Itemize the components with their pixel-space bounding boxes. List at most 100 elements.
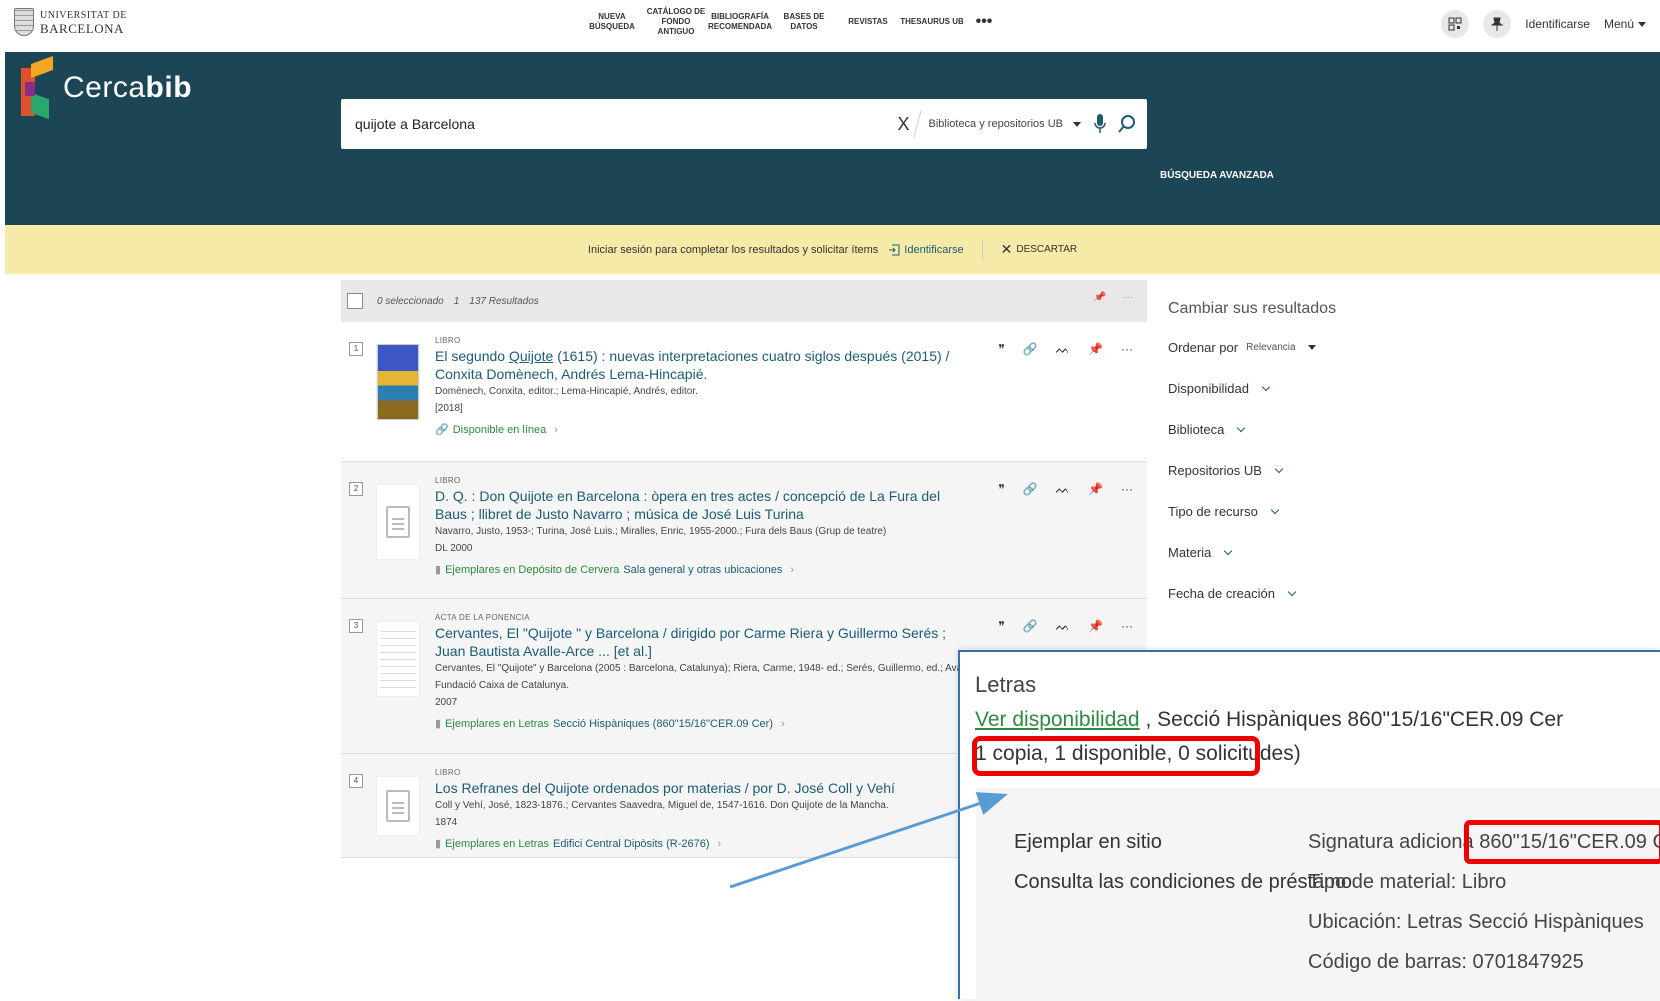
result-title[interactable]: Los Refranes del Quijote ordenados por m… (435, 779, 975, 797)
facets-sidebar: Cambiar sus resultados Ordenar por Releva… (1168, 300, 1468, 627)
permalink-icon[interactable]: 🔗 (1023, 619, 1038, 634)
resource-type: LIBRO (435, 336, 461, 345)
permalink-icon[interactable]: 🔗 (1023, 342, 1038, 357)
result-title[interactable]: El segundo Quijote (1615) : nuevas inter… (435, 347, 975, 383)
ub-crest-icon (14, 8, 34, 36)
advanced-search-link[interactable]: BÚSQUEDA AVANZADA (1160, 170, 1274, 181)
identify-link[interactable]: Identificarse (1525, 17, 1590, 31)
caret-down-icon (1307, 345, 1316, 350)
more-actions-icon[interactable]: ··· (1121, 482, 1133, 497)
view-availability-link[interactable]: Ver disponibilidad (975, 708, 1140, 731)
brand-light: Cerca (63, 71, 146, 104)
result-date: DL 2000 (435, 543, 473, 554)
sort-by[interactable]: Ordenar por Relevancia (1168, 340, 1468, 355)
search-input[interactable]: quijote a Barcelona (355, 116, 897, 132)
dismiss-banner-button[interactable]: ✕ DESCARTAR (1001, 241, 1078, 258)
qr-code-icon[interactable] (1441, 10, 1470, 38)
nav-bibliography[interactable]: BIBLIOGRAFÍA RECOMENDADA (708, 4, 772, 40)
zoomed-holdings-callout: Letras Ver disponibilidad , Secció Hispà… (958, 650, 1660, 1001)
clear-search-icon[interactable]: X (897, 114, 909, 135)
result-number: 3 (349, 619, 363, 633)
nav-more-button[interactable]: ••• (964, 4, 1004, 40)
call-number-highlight-box (1464, 820, 1660, 864)
sign-in-icon (889, 244, 900, 255)
top-bar: UNIVERSITAT DE BARCELONA NUEVA BÚSQUEDA … (0, 0, 1660, 52)
nav-thesaurus[interactable]: THESAURUS UB (900, 4, 964, 40)
chevron-down-icon (1274, 464, 1284, 473)
more-icon[interactable]: ··· (1123, 292, 1133, 303)
result-date: [2018] (435, 403, 463, 414)
result-number: 2 (349, 482, 363, 496)
document-cover-image[interactable] (376, 621, 420, 697)
selected-count: 0 seleccionado (377, 295, 444, 307)
book-cover-image[interactable] (376, 344, 420, 420)
cite-icon[interactable]: ❞ (998, 482, 1004, 497)
search-scope-select[interactable]: Biblioteca y repositorios UB (928, 118, 1063, 130)
menu-button[interactable]: Menú (1604, 17, 1646, 31)
nav-databases[interactable]: BASES DE DATOS (772, 4, 836, 40)
chevron-down-icon (1224, 546, 1233, 555)
result-authors: Navarro, Justo, 1953-; Turina, José Luis… (435, 526, 887, 537)
result-item[interactable]: 1 LIBRO El segundo Quijote (1615) : nuev… (341, 322, 1147, 462)
search-icon[interactable] (1113, 110, 1141, 138)
chevron-down-icon (1261, 382, 1271, 391)
ub-logo[interactable]: UNIVERSITAT DE BARCELONA (14, 8, 127, 36)
nav-new-search[interactable]: NUEVA BÚSQUEDA (580, 4, 644, 40)
results-count: 137 Resultados (469, 295, 539, 307)
microphone-icon[interactable] (1087, 111, 1113, 137)
page-number: 1 (453, 295, 460, 307)
results-header: 0 seleccionado 1 137 Resultados 📌 ··· (341, 280, 1147, 322)
sort-value: Relevancia (1246, 342, 1296, 353)
banner-identify-link[interactable]: Identificarse (888, 244, 964, 256)
pin-icon[interactable]: 📌 (1093, 292, 1105, 303)
item-in-place: Ejemplar en sitio (1014, 831, 1162, 853)
facet-resource-type[interactable]: Tipo de recurso (1168, 504, 1468, 519)
material-type: Tipo de material: Libro (1308, 871, 1507, 893)
result-date: 2007 (435, 697, 458, 708)
holdings-link[interactable]: ▮ Ejemplares en Letras Secció Hispàniques … (435, 717, 975, 731)
result-date: 1874 (435, 817, 458, 828)
result-title[interactable]: Cervantes, El "Quijote " y Barcelona / d… (435, 624, 975, 660)
nav-journals[interactable]: REVISTAS (836, 4, 900, 40)
nav-antique-catalog[interactable]: CATÁLOGO DE FONDO ANTIGUO (644, 4, 708, 40)
loan-conditions-link[interactable]: Consulta las condiciones de préstamo (1014, 862, 1352, 902)
facet-subject[interactable]: Materia (1168, 545, 1468, 560)
virtual-browse-icon[interactable]: ᨓ (1056, 482, 1070, 497)
chevron-down-icon (1237, 423, 1246, 432)
brand-bold: bib (145, 71, 193, 104)
cite-icon[interactable]: ❞ (998, 342, 1004, 357)
cite-icon[interactable]: ❞ (998, 619, 1004, 634)
pin-item-icon[interactable]: 📌 (1088, 482, 1103, 497)
virtual-browse-icon[interactable]: ᨓ (1056, 342, 1070, 357)
holdings-link[interactable]: ▮ Ejemplares en Depósito de Cervera Sala g… (435, 563, 975, 577)
holdings-icon: ▮ (435, 718, 442, 730)
scope-caret-icon[interactable] (1073, 121, 1081, 127)
result-item[interactable]: 2 LIBRO D. Q. : Don Quijote en Barcelona… (341, 462, 1147, 599)
pin-item-icon[interactable]: 📌 (1088, 342, 1103, 357)
facet-library[interactable]: Biblioteca (1168, 422, 1468, 437)
facet-repositories[interactable]: Repositorios UB (1168, 463, 1468, 478)
search-bar: quijote a Barcelona X Biblioteca y repos… (341, 99, 1147, 149)
document-thumbnail-icon[interactable] (376, 776, 420, 836)
pin-icon[interactable] (1483, 10, 1512, 38)
result-authors: Coll y Vehí, José, 1823-1876.; Cervantes… (435, 800, 889, 811)
zoom-library: Letras (975, 672, 1037, 697)
pin-item-icon[interactable]: 📌 (1088, 619, 1103, 634)
availability-link[interactable]: 🔗 Disponible en línea › (435, 423, 975, 437)
call-number-label: Signatura adiciona (1308, 831, 1474, 853)
more-actions-icon[interactable]: ··· (1121, 342, 1133, 357)
result-authors: Cervantes, El "Quijote" y Barcelona (200… (435, 663, 963, 674)
resource-type: ACTA DE LA PONENCIA (435, 613, 530, 622)
facet-availability[interactable]: Disponibilidad (1168, 381, 1468, 396)
result-publisher: Fundació Caixa de Catalunya. (435, 680, 569, 691)
permalink-icon[interactable]: 🔗 (1023, 482, 1038, 497)
select-all-checkbox[interactable] (347, 293, 363, 309)
document-thumbnail-icon[interactable] (376, 484, 420, 560)
cercabib-logo[interactable]: Cercabib (21, 55, 193, 120)
more-actions-icon[interactable]: ··· (1121, 619, 1133, 634)
main-nav: NUEVA BÚSQUEDA CATÁLOGO DE FONDO ANTIGUO… (580, 4, 1004, 40)
holdings-link[interactable]: ▮ Ejemplares en Letras Edifici Central Dip… (435, 837, 975, 851)
result-title[interactable]: D. Q. : Don Quijote en Barcelona : òpera… (435, 487, 975, 523)
virtual-browse-icon[interactable]: ᨓ (1056, 619, 1070, 634)
facet-creation-date[interactable]: Fecha de creación (1168, 586, 1468, 601)
